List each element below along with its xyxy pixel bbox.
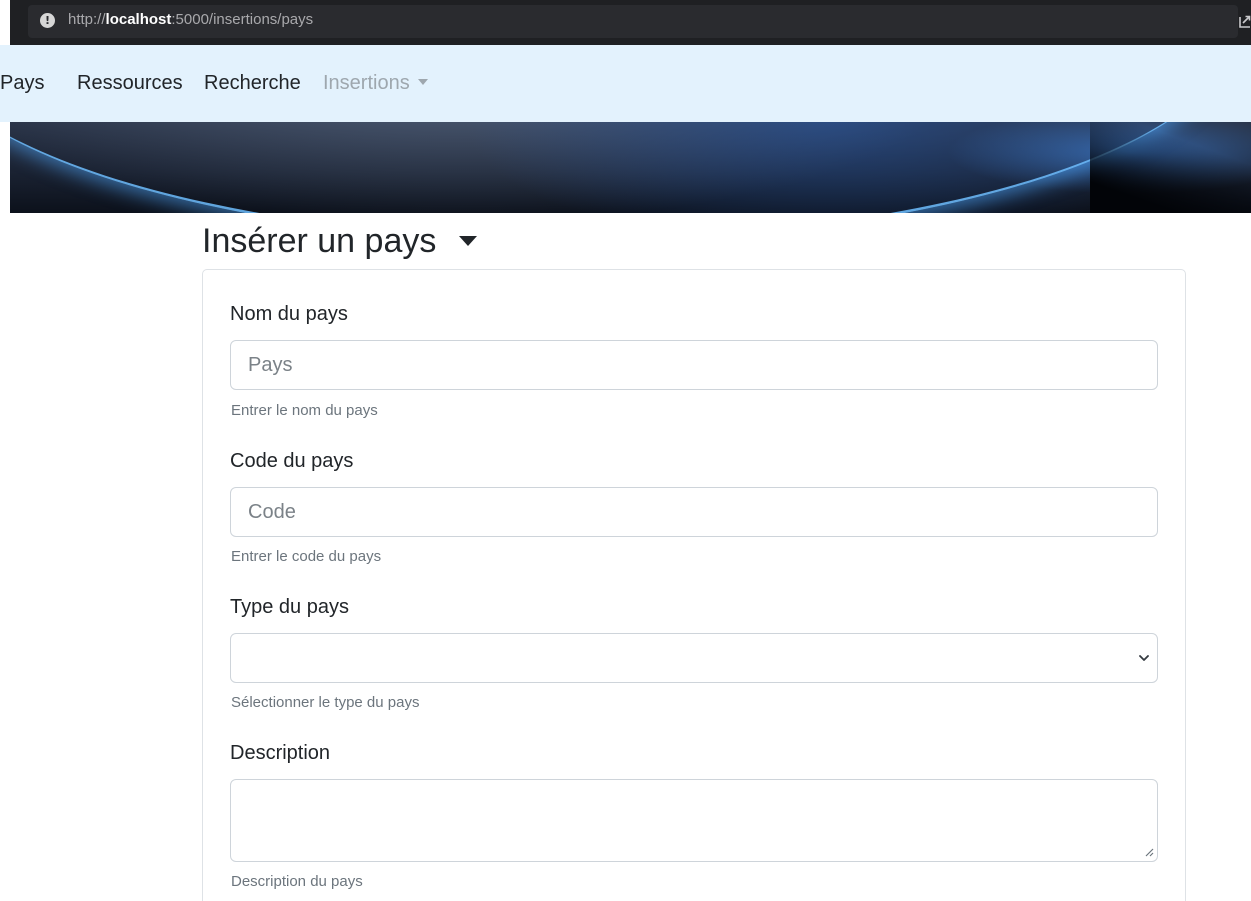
earth-banner-image bbox=[10, 122, 1251, 213]
browser-toolbar: ! http://localhost:5000/insertions/pays bbox=[0, 0, 1251, 45]
share-icon[interactable] bbox=[1238, 13, 1251, 29]
url-host: localhost bbox=[105, 11, 172, 28]
country-name-help: Entrer le nom du pays bbox=[231, 402, 378, 419]
url-scheme: http:// bbox=[68, 11, 106, 28]
resize-grip-icon[interactable] bbox=[1144, 847, 1154, 857]
info-icon[interactable]: ! bbox=[40, 13, 55, 28]
url-path: :5000/insertions/pays bbox=[171, 11, 314, 28]
nav-item-insertions-label: Insertions bbox=[323, 72, 410, 94]
country-type-help: Sélectionner le type du pays bbox=[231, 694, 420, 711]
description-textarea[interactable] bbox=[230, 779, 1158, 862]
page-title: Insérer un pays bbox=[202, 222, 437, 260]
country-type-label: Type du pays bbox=[230, 596, 349, 618]
description-label: Description bbox=[230, 742, 331, 764]
country-type-select[interactable] bbox=[230, 633, 1158, 683]
navbar bbox=[0, 45, 1251, 122]
country-code-label: Code du pays bbox=[230, 450, 354, 472]
chevron-down-icon bbox=[1139, 655, 1149, 661]
caret-down-icon bbox=[417, 78, 428, 85]
caret-down-icon[interactable] bbox=[459, 236, 477, 246]
country-code-input[interactable] bbox=[230, 487, 1158, 537]
nav-item-ressources[interactable]: Ressources bbox=[77, 72, 183, 95]
nav-item-pays[interactable]: Pays bbox=[0, 72, 44, 95]
nav-item-insertions[interactable]: Insertions bbox=[323, 72, 428, 95]
banner-horizon bbox=[10, 122, 1240, 213]
nav-item-recherche[interactable]: Recherche bbox=[204, 72, 301, 95]
country-name-input[interactable] bbox=[230, 340, 1158, 390]
country-name-label: Nom du pays bbox=[230, 303, 348, 325]
description-help: Description du pays bbox=[231, 873, 363, 890]
country-code-help: Entrer le code du pays bbox=[231, 548, 382, 565]
address-bar-url[interactable]: http://localhost:5000/insertions/pays bbox=[68, 11, 313, 28]
banner-space bbox=[1090, 122, 1251, 213]
